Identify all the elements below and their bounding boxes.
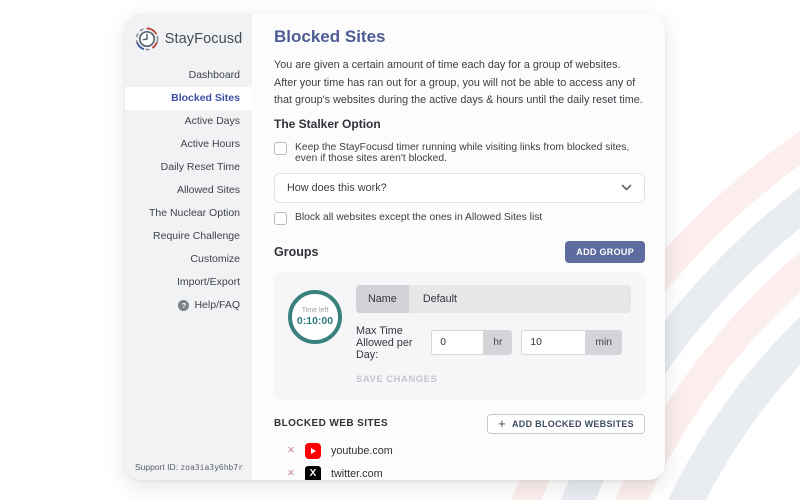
remove-site-icon[interactable]: ✕ [287,468,295,479]
blocked-site-domain: twitter.com [331,468,383,480]
time-left-value: 0:10:00 [297,315,333,327]
sidebar-item-daily-reset-time[interactable]: Daily Reset Time [125,156,252,179]
help-icon: ? [178,300,189,311]
options-window: StayFocusd Dashboard Blocked Sites Activ… [125,14,665,480]
how-does-this-work-accordion[interactable]: How does this work? [274,173,645,203]
minutes-unit-label: min [585,330,622,355]
brand: StayFocusd [125,14,252,59]
hours-unit-label: hr [483,330,512,355]
block-all-checkbox-label: Block all websites except the ones in Al… [295,212,542,223]
add-blocked-websites-label: ADD BLOCKED WEBSITES [512,419,634,429]
clock-logo-icon [135,27,159,51]
sidebar-item-blocked-sites[interactable]: Blocked Sites [125,87,252,110]
block-all-checkbox[interactable] [274,212,287,225]
plus-icon: + [498,419,506,429]
sidebar-item-nuclear-option[interactable]: The Nuclear Option [125,202,252,225]
hours-input[interactable] [431,330,483,355]
chevron-down-icon [621,184,632,191]
sidebar-item-allowed-sites[interactable]: Allowed Sites [125,179,252,202]
sidebar-item-require-challenge[interactable]: Require Challenge [125,225,252,248]
block-all-checkbox-row: Block all websites except the ones in Al… [274,212,645,225]
sidebar-item-import-export[interactable]: Import/Export [125,271,252,294]
blocked-site-row: ✕ youtube.com [274,441,645,461]
group-name-bar: Name Default [356,285,631,313]
minutes-input[interactable] [521,330,585,355]
stalker-checkbox-label: Keep the StayFocusd timer running while … [295,142,645,164]
group-fields: Name Default Max Time Allowed per Day: h… [356,285,631,387]
main-content: Blocked Sites You are given a certain am… [252,14,665,480]
stalker-checkbox[interactable] [274,142,287,155]
groups-header: Groups ADD GROUP [274,241,645,263]
stalker-checkbox-row: Keep the StayFocusd timer running while … [274,142,645,164]
add-blocked-websites-button[interactable]: + ADD BLOCKED WEBSITES [487,414,645,434]
sidebar-item-dashboard[interactable]: Dashboard [125,64,252,87]
youtube-favicon [305,443,321,459]
sidebar-item-customize[interactable]: Customize [125,248,252,271]
sidebar: StayFocusd Dashboard Blocked Sites Activ… [125,14,252,480]
blocked-site-domain: youtube.com [331,445,393,457]
sidebar-nav: Dashboard Blocked Sites Active Days Acti… [125,64,252,317]
max-time-row: Max Time Allowed per Day: hr min [356,325,631,361]
max-time-label: Max Time Allowed per Day: [356,325,422,361]
sidebar-item-active-days[interactable]: Active Days [125,110,252,133]
time-left-ring: Time left 0:10:00 [288,290,342,344]
twitter-x-favicon: X [305,466,321,480]
groups-heading: Groups [274,245,318,259]
remove-site-icon[interactable]: ✕ [287,445,295,456]
group-card: Time left 0:10:00 Name Default Max Time … [274,272,645,400]
time-left-label: Time left [302,307,329,314]
add-group-button[interactable]: ADD GROUP [565,241,645,263]
group-name-label: Name [356,285,409,313]
blocked-site-row: ✕ X twitter.com [274,464,645,480]
accordion-label: How does this work? [287,182,387,194]
blocked-sites-header: BLOCKED WEB SITES + ADD BLOCKED WEBSITES [274,414,645,434]
support-id: Support ID: zoa3ia3y6hb7r [135,462,243,472]
page-description: You are given a certain amount of time e… [274,57,645,110]
blocked-sites-list: ✕ youtube.com ✕ X twitter.com ✕ ♪ tiktok… [274,441,645,480]
sidebar-item-label: Help/FAQ [194,299,240,312]
play-icon [311,448,316,454]
group-name-value[interactable]: Default [409,293,457,305]
sidebar-item-help-faq[interactable]: ? Help/FAQ [125,294,252,317]
stalker-option-heading: The Stalker Option [274,117,645,131]
save-changes-button[interactable]: SAVE CHANGES [356,374,437,385]
sidebar-item-active-hours[interactable]: Active Hours [125,133,252,156]
blocked-sites-heading: BLOCKED WEB SITES [274,418,388,429]
support-id-value: zoa3ia3y6hb7r [180,463,243,472]
page-title: Blocked Sites [274,27,645,47]
support-id-label: Support ID: [135,462,180,472]
brand-name: StayFocusd [165,31,243,47]
